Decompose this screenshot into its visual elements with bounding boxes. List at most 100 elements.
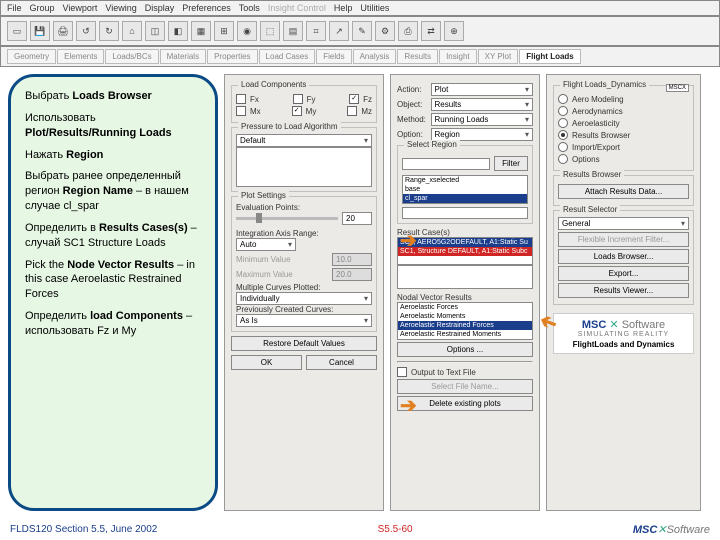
menu-file[interactable]: File [7,3,22,13]
cancel-button[interactable]: Cancel [306,355,377,370]
menu-tools[interactable]: Tools [239,3,260,13]
toolbar-icon[interactable]: ⊕ [444,21,464,41]
msc-tag: MSCX [666,84,689,92]
results-viewer-button[interactable]: Results Viewer... [558,283,689,298]
checkbox-my[interactable] [292,106,302,116]
menu-viewport[interactable]: Viewport [63,3,98,13]
menu-help[interactable]: Help [334,3,353,13]
footer-mid: S5.5-60 [378,524,413,535]
group-title: Pressure to Load Algorithm [238,122,341,131]
toolbar-icon[interactable]: ▭ [7,21,27,41]
toolbar-icon[interactable]: ◧ [168,21,188,41]
toolbar-icon[interactable]: ▤ [283,21,303,41]
footer-left: FLDS120 Section 5.5, June 2002 [10,524,157,535]
checkbox-mx[interactable] [236,106,246,116]
toolbar-icon[interactable]: ▦ [191,21,211,41]
toolbar-icon[interactable]: ⬚ [260,21,280,41]
toolbar-icon[interactable]: ⇄ [421,21,441,41]
group-title: Load Components [238,80,309,89]
result-case-box[interactable] [397,265,533,289]
select-multi-curves[interactable]: Individually [236,292,372,305]
radio-aero-modeling[interactable] [558,94,568,104]
tab-loadcases[interactable]: Load Cases [259,49,316,64]
loads-browser-button[interactable]: Loads Browser... [558,249,689,264]
footer: FLDS120 Section 5.5, June 2002 S5.5-60 M… [0,523,720,536]
menu-display[interactable]: Display [145,3,175,13]
toolbar-icon[interactable]: ◉ [237,21,257,41]
export-button[interactable]: Export... [558,266,689,281]
group-title: Results Browser [560,170,624,179]
toolbar: ▭ 💾 🖨 ↺ ↻ ⌂ ◫ ◧ ▦ ⊞ ◉ ⬚ ▤ ⌗ ↗ ✎ ⚙ ⎙ ⇄ ⊕ [0,16,720,46]
menu-group[interactable]: Group [30,3,55,13]
tab-fields[interactable]: Fields [316,49,351,64]
options-button[interactable]: Options ... [397,342,533,357]
checkbox-fy[interactable] [293,94,303,104]
select-int-axis[interactable]: Auto [236,238,296,251]
panel-flight-loads: Flight Loads_Dynamics MSCX Aero Modeling… [546,74,701,511]
tab-geometry[interactable]: Geometry [7,49,56,64]
tab-analysis[interactable]: Analysis [353,49,397,64]
tab-materials[interactable]: Materials [160,49,206,64]
tab-loadsbcs[interactable]: Loads/BCs [105,49,158,64]
menubar[interactable]: File Group Viewport Viewing Display Pref… [0,0,720,16]
tab-flightloads[interactable]: Flight Loads [519,49,581,64]
radio-aerodynamics[interactable] [558,106,568,116]
toolbar-icon[interactable]: 💾 [30,21,50,41]
menu-viewing[interactable]: Viewing [105,3,136,13]
toolbar-icon[interactable]: ↗ [329,21,349,41]
menu-utilities[interactable]: Utilities [360,3,389,13]
toolbar-icon[interactable]: ↺ [76,21,96,41]
select-prev-curves[interactable]: As Is [236,314,372,327]
toolbar-icon[interactable]: ⎙ [398,21,418,41]
select-result-selector[interactable]: General [558,217,689,230]
panel-plot-options: Load Components Fx Fy Fz Mx My Mz Pressu… [224,74,384,511]
attach-results-button[interactable]: Attach Results Data... [558,184,689,199]
nodal-vector-list[interactable]: Aeroelastic Forces Aeroelastic Moments A… [397,302,533,340]
group-title: Flight Loads_Dynamics [560,80,649,89]
panel-selection: Action:Plot Object:Results Method:Runnin… [390,74,540,511]
checkbox-fz[interactable] [349,94,359,104]
toolbar-icon[interactable]: ↻ [99,21,119,41]
flex-increment-button: Flexible Increment Filter... [558,232,689,247]
algorithm-list[interactable] [236,147,372,187]
filter-button[interactable]: Filter [494,156,528,171]
toolbar-icon[interactable]: ⌗ [306,21,326,41]
checkbox-fx[interactable] [236,94,246,104]
checkbox-output-text[interactable] [397,367,407,377]
tab-results[interactable]: Results [397,49,438,64]
restore-defaults-button[interactable]: Restore Default Values [231,336,377,351]
region-field[interactable] [402,207,528,219]
toolbar-icon[interactable]: ⚙ [375,21,395,41]
select-action[interactable]: Plot [431,83,533,96]
select-object[interactable]: Results [431,98,533,111]
group-title: Plot Settings [238,191,289,200]
tab-xyplot[interactable]: XY Plot [478,49,519,64]
slider-eval-points[interactable]: 20 [236,212,372,225]
delete-plots-button[interactable]: Delete existing plots [397,396,533,411]
tab-insight[interactable]: Insight [439,49,477,64]
filter-input[interactable] [402,158,490,170]
toolbar-icon[interactable]: 🖨 [53,21,73,41]
region-list[interactable]: Range_xselected base cl_spar [402,175,528,204]
radio-import-export[interactable] [558,142,568,152]
radio-aeroelasticity[interactable] [558,118,568,128]
result-case-list[interactable]: SC1, AERO5G2ODEFAULT, A1:Static Su SC1, … [397,237,533,265]
menu-insight-control: Insight Control [268,3,326,13]
tab-elements[interactable]: Elements [57,49,104,64]
radio-options[interactable] [558,154,568,164]
toolbar-icon[interactable]: ✎ [352,21,372,41]
toolbar-icon[interactable]: ◫ [145,21,165,41]
select-method[interactable]: Running Loads [431,113,533,126]
select-p2l-algorithm[interactable]: Default [236,134,372,147]
radio-results-browser[interactable] [558,130,568,140]
footer-logo: MSC✕Software [633,523,710,536]
toolbar-icon[interactable]: ⊞ [214,21,234,41]
tab-properties[interactable]: Properties [207,49,257,64]
group-title: Result Selector [560,205,620,214]
menu-preferences[interactable]: Preferences [182,3,231,13]
msc-logo: MSC ✕ Software SIMULATING REALITY Flight… [553,313,694,354]
toolbar-icon[interactable]: ⌂ [122,21,142,41]
tab-row: Geometry Elements Loads/BCs Materials Pr… [0,46,720,67]
ok-button[interactable]: OK [231,355,302,370]
checkbox-mz[interactable] [347,106,357,116]
